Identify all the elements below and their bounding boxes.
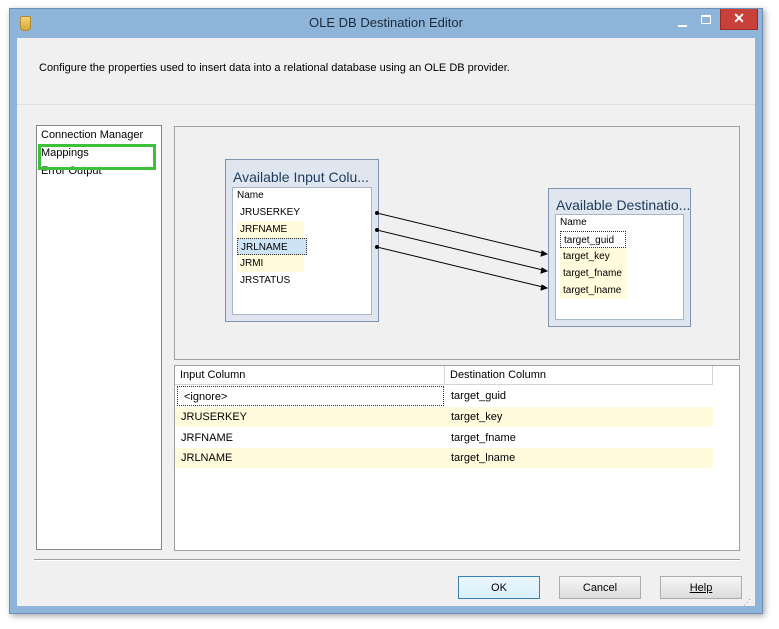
- cancel-button[interactable]: Cancel: [559, 576, 641, 599]
- separator: [34, 559, 740, 561]
- grid-cell-input[interactable]: <ignore>: [177, 386, 444, 406]
- maximize-button[interactable]: [698, 12, 714, 28]
- table-row[interactable]: JRLNAME target_lname: [175, 448, 713, 468]
- arrow-head-icon: [540, 250, 549, 257]
- nav-list: Connection Manager Mappings Error Output: [36, 125, 162, 550]
- nav-item-connection-manager[interactable]: Connection Manager: [41, 129, 143, 141]
- window-title: OLE DB Destination Editor: [309, 15, 463, 30]
- grid-cell-input[interactable]: JRUSERKEY: [175, 407, 445, 427]
- table-row[interactable]: JRFNAME target_fname: [175, 428, 713, 448]
- table-row[interactable]: JRUSERKEY target_key: [175, 407, 713, 427]
- grid-cell-destination[interactable]: target_key: [445, 407, 713, 427]
- line-start-dot: [375, 245, 379, 249]
- client-area: Configure the properties used to insert …: [17, 38, 755, 608]
- table-row[interactable]: <ignore> target_guid: [175, 386, 713, 406]
- grid-cell-destination[interactable]: target_fname: [445, 428, 713, 448]
- grid-cell-destination[interactable]: target_guid: [445, 386, 713, 406]
- selection-highlight: [38, 144, 156, 170]
- help-button[interactable]: Help: [660, 576, 742, 599]
- mapping-grid: Input Column Destination Column <ignore>…: [174, 365, 740, 551]
- grid-cell-destination[interactable]: target_lname: [445, 448, 713, 468]
- grid-header-destination-column[interactable]: Destination Column: [445, 366, 713, 385]
- title-bar[interactable]: OLE DB Destination Editor ✕: [10, 9, 762, 37]
- editor-window: OLE DB Destination Editor ✕ Configure th…: [9, 8, 763, 614]
- ok-button[interactable]: OK: [458, 576, 540, 599]
- close-icon: ✕: [733, 10, 745, 26]
- mapping-canvas[interactable]: Available Input Colu... Name JRUSERKEY J…: [174, 126, 740, 360]
- grid-cell-input[interactable]: JRLNAME: [175, 448, 445, 468]
- grid-header-input-column[interactable]: Input Column: [175, 366, 445, 385]
- mapping-lines: [375, 211, 549, 291]
- mapping-line-userkey[interactable]: [376, 212, 548, 255]
- mapping-line-lname[interactable]: [376, 246, 548, 289]
- resize-grip-icon[interactable]: ⋰: [743, 598, 753, 608]
- line-start-dot: [375, 211, 379, 215]
- minimize-button[interactable]: [676, 17, 690, 29]
- grid-cell-input[interactable]: JRFNAME: [175, 428, 445, 448]
- mapping-line-fname[interactable]: [376, 229, 548, 272]
- arrow-head-icon: [540, 267, 549, 274]
- close-button[interactable]: ✕: [720, 9, 758, 30]
- description-text: Configure the properties used to insert …: [39, 62, 510, 74]
- description-area: Configure the properties used to insert …: [17, 38, 755, 105]
- line-start-dot: [375, 228, 379, 232]
- arrow-head-icon: [540, 284, 549, 291]
